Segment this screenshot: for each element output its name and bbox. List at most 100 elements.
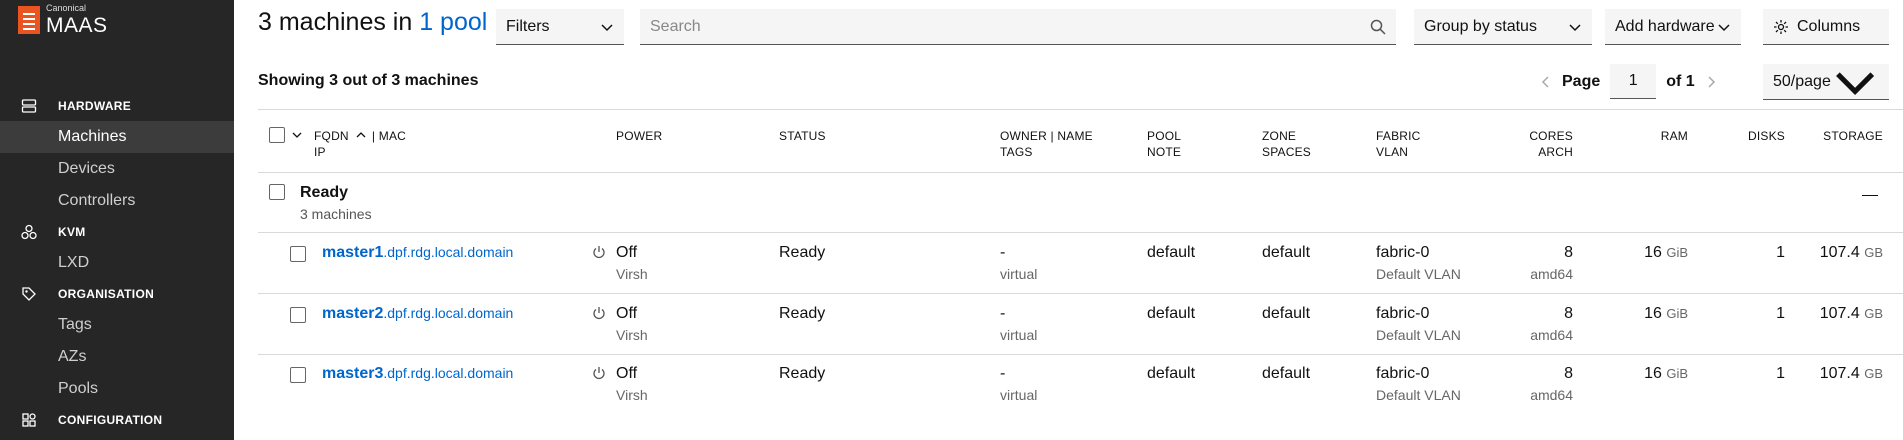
chevron-down-icon xyxy=(601,23,613,31)
search-input[interactable]: Search xyxy=(640,9,1396,45)
chevron-down-icon xyxy=(1835,72,1874,96)
machine-vlan: Default VLAN xyxy=(1376,327,1461,343)
search-icon[interactable] xyxy=(1370,19,1386,35)
machine-vlan: Default VLAN xyxy=(1376,387,1461,403)
group-count: 3 machines xyxy=(300,206,372,222)
machine-status: Ready xyxy=(779,244,826,261)
machine-disks: 1 xyxy=(1776,365,1785,382)
filters-dropdown[interactable]: Filters xyxy=(496,9,624,45)
columns-button[interactable]: Columns xyxy=(1763,9,1889,45)
group-checkbox[interactable] xyxy=(269,184,285,200)
machine-cores: 8 xyxy=(1564,244,1573,261)
machine-fabric: fabric-0 xyxy=(1376,244,1430,261)
machine-storage: 107.4 GB xyxy=(1819,244,1883,261)
power-icon[interactable] xyxy=(592,306,606,320)
column-header-fqdn[interactable]: FQDN | MAC IP xyxy=(314,128,406,160)
machine-zone: default xyxy=(1262,244,1311,261)
machine-storage: 107.4 GB xyxy=(1819,305,1883,322)
power-state: Off xyxy=(616,365,638,382)
machine-count-summary: Showing 3 out of 3 machines xyxy=(258,72,479,89)
table-row[interactable]: master2.dpf.rdg.local.domain Off Virsh R… xyxy=(0,293,1903,354)
column-header-cores[interactable]: CORES ARCH xyxy=(1500,128,1573,160)
column-header-storage[interactable]: STORAGE xyxy=(1800,128,1883,144)
collapse-group-button[interactable] xyxy=(1862,195,1878,196)
machine-owner: - xyxy=(1000,305,1006,322)
sidebar-item-controllers[interactable]: Controllers xyxy=(0,185,234,217)
machine-fabric: fabric-0 xyxy=(1376,305,1430,322)
machine-ram: 16 GiB xyxy=(1644,305,1688,322)
page-title: 3 machines in 1 pool xyxy=(258,8,488,36)
machine-arch: amd64 xyxy=(1530,327,1573,343)
power-state: Off xyxy=(616,244,638,261)
sort-ascending-icon xyxy=(356,132,366,138)
row-checkbox[interactable] xyxy=(290,307,306,323)
select-all-checkbox[interactable] xyxy=(269,127,285,143)
sidebar-item-machines[interactable]: Machines xyxy=(0,121,234,153)
machine-disks: 1 xyxy=(1776,244,1785,261)
pagination: Page 1 of 1 xyxy=(1540,64,1717,99)
chevron-down-icon xyxy=(1569,23,1581,31)
row-checkbox[interactable] xyxy=(290,367,306,383)
chevron-right-icon[interactable] xyxy=(1705,75,1717,89)
machine-tags: virtual xyxy=(1000,327,1038,343)
machine-status: Ready xyxy=(779,365,826,382)
machine-status: Ready xyxy=(779,305,826,322)
power-type: Virsh xyxy=(616,266,648,282)
machine-tags: virtual xyxy=(1000,266,1038,282)
maas-logo-icon xyxy=(18,6,40,34)
machine-disks: 1 xyxy=(1776,305,1785,322)
column-header-power[interactable]: POWER xyxy=(616,128,662,144)
column-header-fabric[interactable]: FABRIC VLAN xyxy=(1376,128,1421,160)
chevron-down-icon xyxy=(1718,23,1730,31)
group-by-select[interactable]: Group by status xyxy=(1414,9,1592,45)
machine-owner: - xyxy=(1000,365,1006,382)
nav-heading-hardware: HARDWARE xyxy=(0,91,234,121)
per-page-select[interactable]: 50/page xyxy=(1763,64,1889,100)
page-label: Page xyxy=(1562,72,1601,90)
brand-name: MAAS xyxy=(46,14,108,37)
machine-cores: 8 xyxy=(1564,365,1573,382)
machine-ram: 16 GiB xyxy=(1644,244,1688,261)
column-header-ram[interactable]: RAM xyxy=(1620,128,1688,144)
pool-link[interactable]: 1 pool xyxy=(419,8,487,36)
machine-arch: amd64 xyxy=(1530,387,1573,403)
table-row[interactable]: master3.dpf.rdg.local.domain Off Virsh R… xyxy=(0,354,1903,415)
machine-zone: default xyxy=(1262,365,1311,382)
maas-logo[interactable]: Canonical MAAS xyxy=(18,4,108,36)
nav-section-hardware: HARDWARE Machines Devices Controllers xyxy=(0,91,234,217)
power-icon[interactable] xyxy=(592,245,606,259)
machine-fqdn-link[interactable]: master2.dpf.rdg.local.domain xyxy=(322,305,513,323)
machine-pool: default xyxy=(1147,305,1196,322)
power-type: Virsh xyxy=(616,327,648,343)
machine-pool: default xyxy=(1147,365,1196,382)
machine-tags: virtual xyxy=(1000,387,1038,403)
sidebar-item-devices[interactable]: Devices xyxy=(0,153,234,185)
column-header-zone[interactable]: ZONE SPACES xyxy=(1262,128,1311,160)
add-hardware-button[interactable]: Add hardware xyxy=(1605,9,1741,45)
machine-cores: 8 xyxy=(1564,305,1573,322)
machine-fabric: fabric-0 xyxy=(1376,365,1430,382)
power-icon[interactable] xyxy=(592,366,606,380)
page-number-input[interactable]: 1 xyxy=(1610,64,1657,99)
machine-owner: - xyxy=(1000,244,1006,261)
power-state: Off xyxy=(616,305,638,322)
machine-vlan: Default VLAN xyxy=(1376,266,1461,282)
machine-arch: amd64 xyxy=(1530,266,1573,282)
brand-company: Canonical xyxy=(46,3,87,13)
machine-zone: default xyxy=(1262,305,1311,322)
column-header-owner[interactable]: OWNER | NAME TAGS xyxy=(1000,128,1093,160)
group-title: Ready xyxy=(300,184,349,201)
table-row[interactable]: master1.dpf.rdg.local.domain Off Virsh R… xyxy=(0,232,1903,293)
column-header-status[interactable]: STATUS xyxy=(779,128,826,144)
chevron-left-icon[interactable] xyxy=(1540,75,1552,89)
divider xyxy=(258,109,1903,110)
machine-fqdn-link[interactable]: master1.dpf.rdg.local.domain xyxy=(322,244,513,262)
chevron-down-icon[interactable] xyxy=(292,130,302,140)
column-header-pool[interactable]: POOL NOTE xyxy=(1147,128,1181,160)
page-total: of 1 xyxy=(1666,72,1695,90)
power-type: Virsh xyxy=(616,387,648,403)
row-checkbox[interactable] xyxy=(290,246,306,262)
server-icon xyxy=(0,98,58,114)
machine-fqdn-link[interactable]: master3.dpf.rdg.local.domain xyxy=(322,365,513,383)
column-header-disks[interactable]: DISKS xyxy=(1720,128,1785,144)
